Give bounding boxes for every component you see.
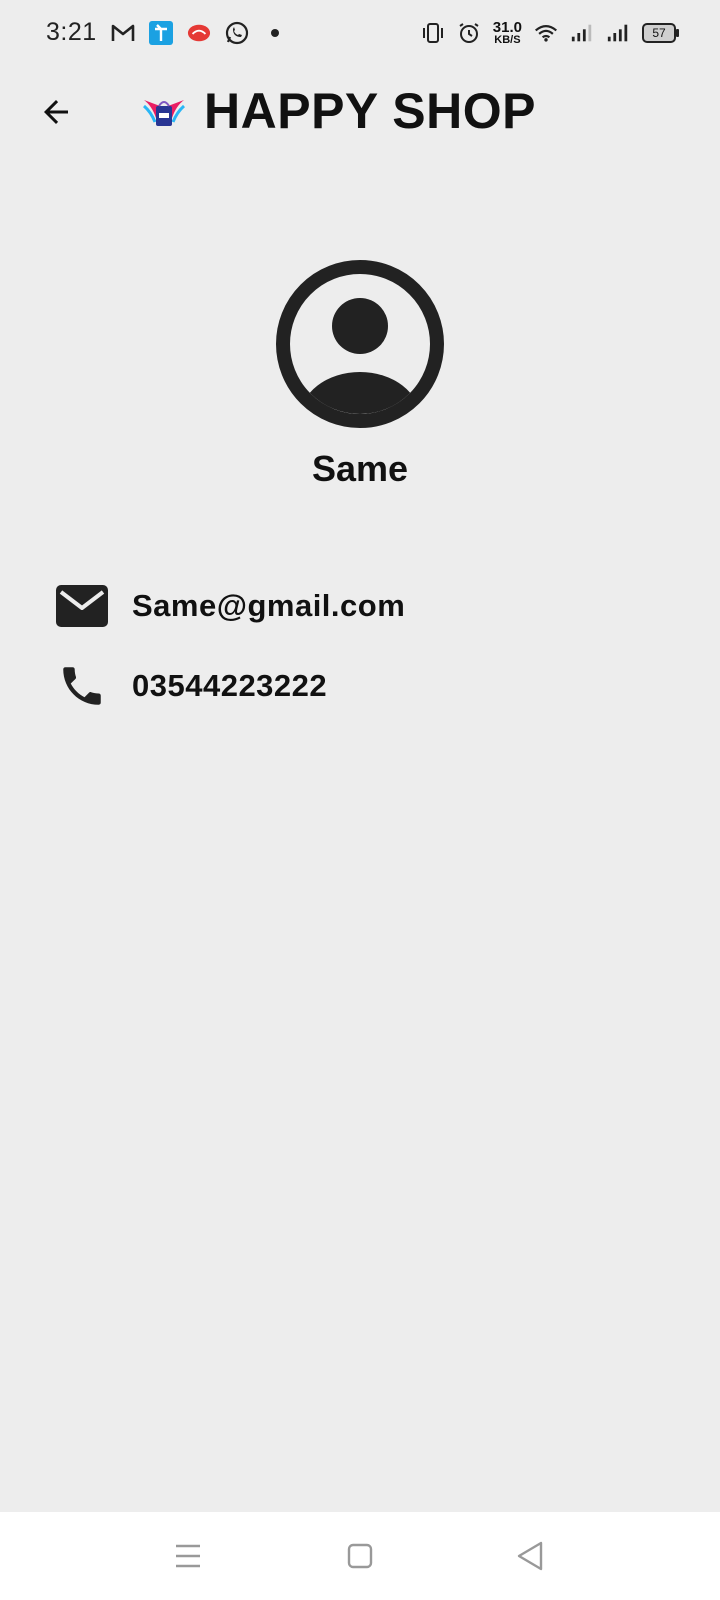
status-bar: 3:21 31.0 KB/S 57: [0, 0, 720, 72]
account-circle-icon: [274, 258, 446, 430]
telenor-icon: [148, 20, 173, 45]
phone-row: 03544223222: [54, 656, 327, 716]
email-row: Same@gmail.com: [54, 576, 405, 636]
wifi-icon: [534, 21, 558, 45]
user-name: Same: [311, 448, 409, 489]
status-right: 31.0 KB/S 57: [421, 20, 679, 46]
back-triangle-icon: [517, 1541, 543, 1571]
signal-icon: [570, 21, 594, 45]
app-bar: HAPPY SHOP: [0, 72, 720, 152]
back-button[interactable]: [36, 92, 76, 132]
jazz-icon: [187, 21, 211, 45]
shop-logo: [142, 92, 186, 132]
back-nav-button[interactable]: [506, 1532, 554, 1580]
menu-icon: [176, 1544, 200, 1568]
battery-icon: 57: [642, 23, 679, 43]
app-title: HAPPY SHOP: [204, 83, 536, 139]
status-time: 3:21: [46, 18, 97, 46]
phone-text: 03544223222: [132, 668, 328, 703]
menu-button[interactable]: [164, 1532, 212, 1580]
gmail-icon: [111, 21, 135, 45]
net-speed: 31.0 KB/S: [493, 20, 522, 46]
signal-icon-2: [606, 21, 630, 45]
net-speed-unit: KB/S: [494, 34, 521, 46]
dot-icon: [263, 21, 287, 45]
alarm-icon: [457, 21, 481, 45]
net-speed-value: 31.0: [492, 19, 522, 36]
arrow-back-icon: [44, 100, 68, 124]
email-icon: [54, 578, 110, 634]
home-icon: [347, 1543, 373, 1569]
whatsapp-icon: [225, 21, 249, 45]
system-nav-bar: [0, 1512, 720, 1600]
home-button[interactable]: [336, 1532, 384, 1580]
email-text: Same@gmail.com: [132, 588, 406, 623]
vibrate-icon: [421, 21, 445, 45]
status-left: 3:21: [46, 18, 287, 47]
phone-icon: [54, 658, 110, 714]
